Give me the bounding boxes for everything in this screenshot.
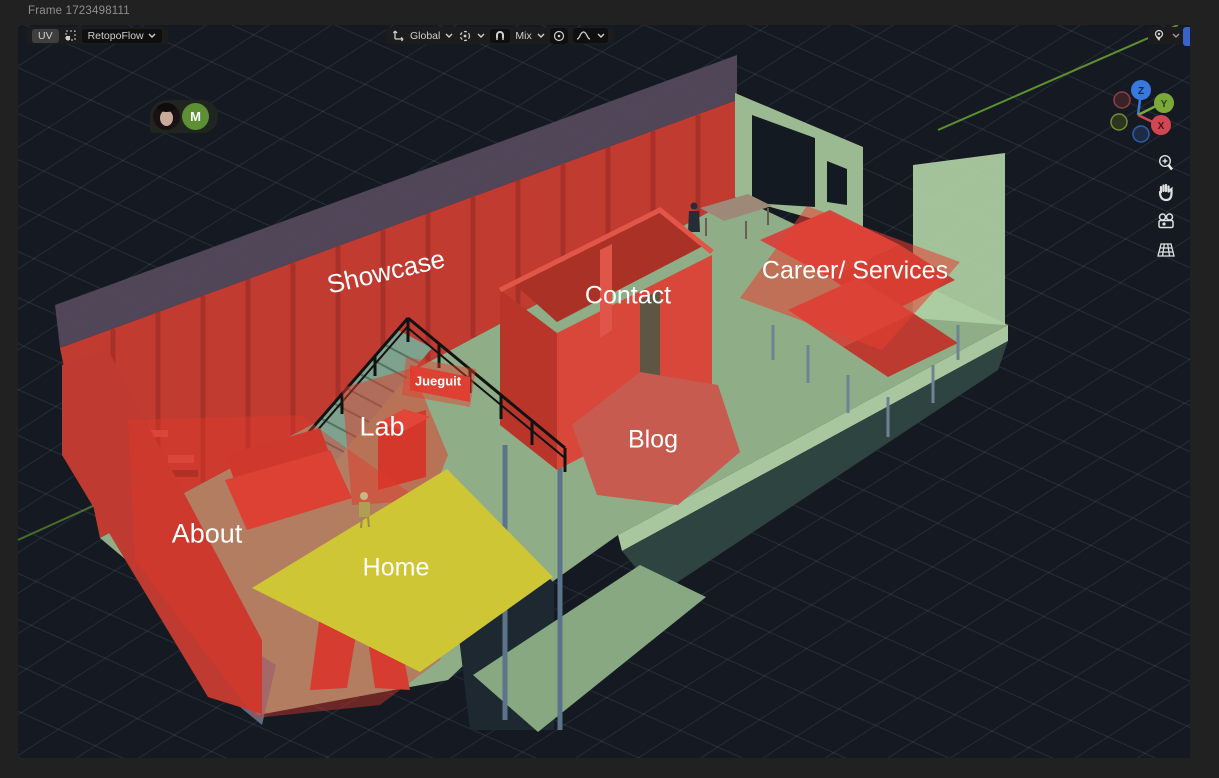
- chevron-down-icon[interactable]: [1172, 33, 1180, 38]
- design-canvas: Frame 1723498111: [0, 0, 1219, 778]
- pan-hand-icon[interactable]: [1156, 182, 1176, 202]
- avatar: [153, 103, 180, 130]
- label-about[interactable]: About: [172, 519, 243, 550]
- camera-view-icon[interactable]: [1156, 211, 1176, 231]
- standing-figure-body: [688, 211, 700, 232]
- show-gizmo-icon[interactable]: [1152, 29, 1167, 42]
- axis-neg-z[interactable]: [1133, 126, 1149, 142]
- axis-neg-x[interactable]: [1114, 92, 1130, 108]
- chevron-down-icon[interactable]: [477, 33, 485, 38]
- toolbar-left: UV RetopoFlow: [26, 27, 168, 44]
- standing-figure-head: [691, 203, 698, 210]
- transform-orientation-icon[interactable]: [392, 29, 405, 42]
- chevron-down-icon: [148, 33, 156, 38]
- uv-mode-button[interactable]: UV: [32, 29, 59, 43]
- addon-dropdown[interactable]: RetopoFlow: [82, 29, 162, 43]
- axis-x-label: X: [1158, 121, 1165, 132]
- blender-viewport[interactable]: Showcase Contact Career/ Services Blog L…: [18, 25, 1190, 758]
- scene-3d: [18, 25, 1190, 758]
- orthographic-grid-icon[interactable]: [1156, 240, 1176, 260]
- pivot-point-icon[interactable]: [458, 29, 472, 43]
- axis-y-label: Y: [1161, 99, 1168, 110]
- chevron-down-icon[interactable]: [537, 33, 545, 38]
- navigation-gizmo[interactable]: Z Y X: [1098, 77, 1188, 157]
- falloff-curve-icon[interactable]: [573, 28, 608, 43]
- orientation-dropdown[interactable]: Global: [410, 30, 440, 42]
- axis-neg-y[interactable]: [1111, 114, 1127, 130]
- label-career-services[interactable]: Career/ Services: [762, 257, 948, 286]
- viewport-tools: [1156, 153, 1176, 260]
- axis-z-label: Z: [1138, 86, 1144, 97]
- snap-magnet-icon[interactable]: [490, 29, 510, 43]
- label-home[interactable]: Home: [363, 554, 430, 583]
- proportional-editing-icon[interactable]: [550, 28, 568, 44]
- zoom-icon[interactable]: [1156, 153, 1176, 173]
- toolbar-center: Global Mix: [386, 27, 614, 44]
- label-contact[interactable]: Contact: [585, 282, 671, 311]
- toolbar-right: [1148, 27, 1184, 44]
- label-blog[interactable]: Blog: [628, 426, 678, 455]
- collaborator-bubble[interactable]: M: [150, 100, 218, 133]
- viewport-shading-partial[interactable]: [1183, 27, 1190, 46]
- chevron-down-icon[interactable]: [445, 33, 453, 38]
- snap-blend-dropdown[interactable]: Mix: [515, 30, 531, 42]
- frame-title[interactable]: Frame 1723498111: [28, 5, 130, 17]
- sticky-selection-icon[interactable]: [64, 29, 77, 42]
- label-jueguito[interactable]: Jueguit: [415, 374, 461, 389]
- label-lab[interactable]: Lab: [359, 412, 404, 443]
- collaborator-initial-badge: M: [182, 103, 209, 130]
